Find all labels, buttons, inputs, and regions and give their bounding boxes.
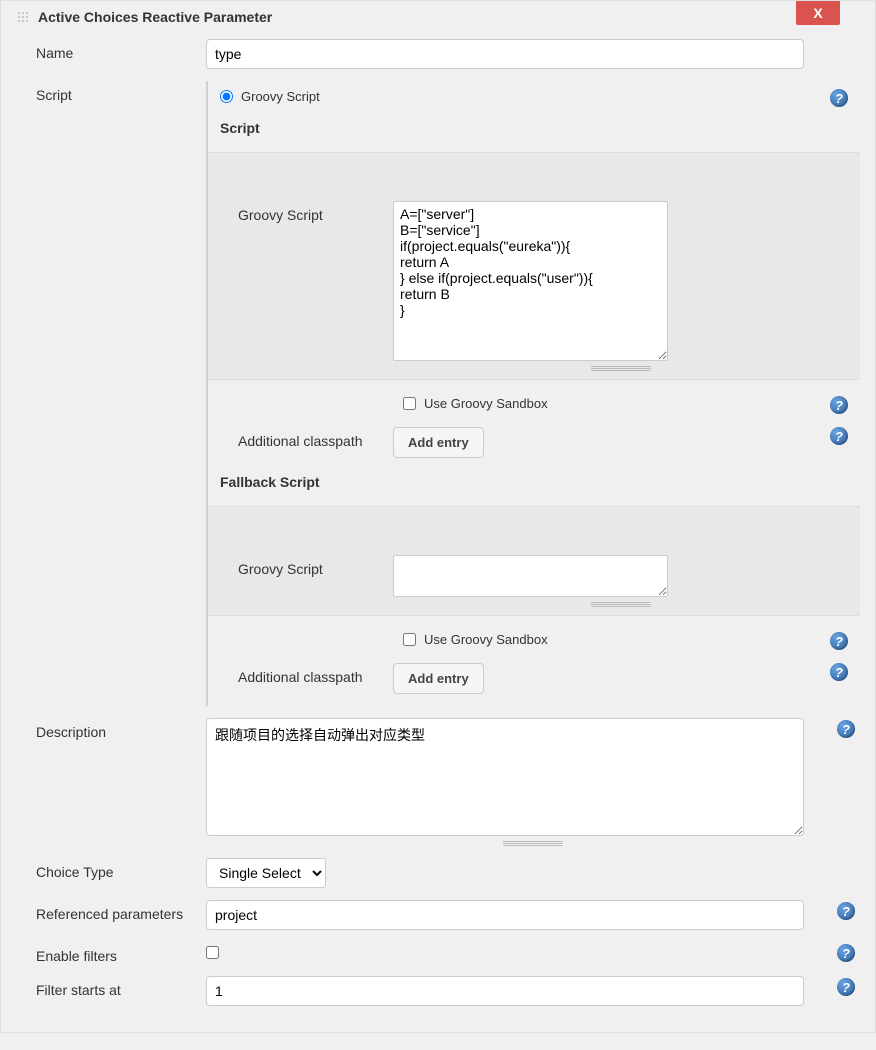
script-label: Script — [16, 81, 206, 103]
enable-filters-checkbox[interactable] — [206, 946, 219, 959]
fallback-use-sandbox-checkbox[interactable] — [403, 633, 416, 646]
groovy-script-textarea[interactable] — [393, 201, 668, 361]
fallback-inner-section: Groovy Script — [208, 506, 860, 616]
parameter-panel: X Active Choices Reactive Parameter Name — [0, 0, 876, 1033]
panel-title: Active Choices Reactive Parameter — [38, 9, 272, 25]
help-icon[interactable]: ? — [830, 632, 848, 650]
fallback-use-sandbox-label: Use Groovy Sandbox — [424, 632, 548, 647]
fallback-groovy-label: Groovy Script — [238, 555, 393, 577]
fallback-add-entry-button[interactable]: Add entry — [393, 663, 484, 694]
script-section-title: Script — [208, 112, 860, 144]
help-icon[interactable]: ? — [837, 944, 855, 962]
enable-filters-label: Enable filters — [16, 942, 206, 964]
name-label: Name — [16, 39, 206, 61]
resize-handle-icon[interactable] — [591, 601, 651, 607]
additional-classpath-label: Additional classpath — [238, 427, 393, 449]
groovy-radio[interactable] — [220, 90, 233, 103]
description-label: Description — [16, 718, 206, 740]
help-icon[interactable]: ? — [830, 89, 848, 107]
close-button[interactable]: X — [796, 1, 840, 25]
help-icon[interactable]: ? — [837, 902, 855, 920]
groovy-script-label: Groovy Script — [238, 201, 393, 223]
drag-handle-icon[interactable] — [16, 10, 30, 24]
fallback-groovy-textarea[interactable] — [393, 555, 668, 597]
use-sandbox-checkbox[interactable] — [403, 397, 416, 410]
help-icon[interactable]: ? — [830, 427, 848, 445]
help-icon[interactable]: ? — [837, 978, 855, 996]
choice-type-label: Choice Type — [16, 858, 206, 880]
groovy-radio-label: Groovy Script — [241, 89, 320, 104]
script-inner-section: Groovy Script — [208, 152, 860, 380]
description-textarea[interactable] — [206, 718, 804, 836]
choice-type-select[interactable]: Single Select — [206, 858, 326, 888]
referenced-parameters-input[interactable] — [206, 900, 804, 930]
help-icon[interactable]: ? — [837, 720, 855, 738]
name-input[interactable] — [206, 39, 804, 69]
panel-header: Active Choices Reactive Parameter — [1, 1, 875, 33]
fallback-script-title: Fallback Script — [208, 466, 860, 498]
help-icon[interactable]: ? — [830, 396, 848, 414]
resize-handle-icon[interactable] — [503, 840, 563, 846]
script-block: Groovy Script ? Script Groovy Script — [206, 81, 860, 706]
fallback-additional-classpath-label: Additional classpath — [238, 663, 393, 685]
add-entry-button[interactable]: Add entry — [393, 427, 484, 458]
use-sandbox-label: Use Groovy Sandbox — [424, 396, 548, 411]
help-icon[interactable]: ? — [830, 663, 848, 681]
filter-starts-at-label: Filter starts at — [16, 976, 206, 998]
filter-starts-at-input[interactable] — [206, 976, 804, 1006]
resize-handle-icon[interactable] — [591, 365, 651, 371]
referenced-parameters-label: Referenced parameters — [16, 900, 206, 922]
